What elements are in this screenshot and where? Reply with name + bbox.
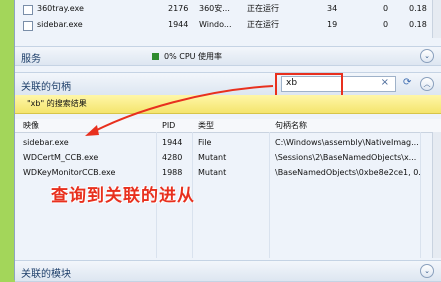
search-results-text: "xb" 的搜索结果 — [27, 99, 87, 108]
process-value-b: 0.18 — [409, 20, 427, 29]
process-status: 正在运行 — [247, 20, 279, 29]
cpu-usage-text: 0% CPU 使用率 — [164, 52, 223, 61]
row-checkbox[interactable] — [23, 21, 33, 31]
column-pid[interactable]: PID — [162, 119, 175, 132]
column-image[interactable]: 映像 — [23, 119, 39, 132]
expand-chevron-icon[interactable]: ⌄ — [420, 49, 434, 63]
handle-pid: 1988 — [162, 168, 183, 177]
column-type[interactable]: 类型 — [198, 119, 214, 132]
modules-title: 关联的模块 — [21, 269, 71, 280]
annotation-text: 查询到关联的进从 — [51, 186, 195, 206]
process-threads: 19 — [327, 20, 338, 29]
handle-name: C:\Windows\assembly\NativeImag... — [275, 138, 419, 147]
process-description: Windo... — [199, 20, 232, 29]
services-section-header[interactable]: 服务 0% CPU 使用率 ⌄ — [15, 46, 441, 66]
handle-pid: 4280 — [162, 153, 183, 162]
scrollbar[interactable] — [432, 132, 441, 258]
process-name: sidebar.exe — [37, 20, 83, 29]
table-row[interactable]: WDCertM_CCB.exe 4280 Mutant \Sessions\2\… — [15, 151, 441, 165]
collapse-chevron-icon[interactable]: ︿ — [420, 77, 434, 91]
refresh-icon[interactable]: ⟳ — [403, 77, 411, 88]
handles-section-header[interactable]: 关联的句柄 xb × ⟳ ︿ — [15, 72, 441, 97]
row-checkbox[interactable] — [23, 5, 33, 15]
resource-monitor-window: 360tray.exe 2176 360安... 正在运行 34 0 0.18 … — [14, 0, 441, 282]
table-row[interactable]: sidebar.exe 1944 File C:\Windows\assembl… — [15, 136, 441, 150]
handle-image: sidebar.exe — [23, 138, 69, 147]
handle-pid: 1944 — [162, 138, 183, 147]
table-row[interactable]: 360tray.exe 2176 360安... 正在运行 34 0 0.18 — [15, 2, 441, 16]
scrollbar[interactable] — [432, 0, 441, 38]
handles-column-header: 映像 PID 类型 句柄名称 — [15, 119, 441, 133]
handles-title: 关联的句柄 — [21, 82, 71, 93]
search-highlight-box — [275, 73, 343, 97]
process-value-a: 0 — [383, 20, 389, 29]
process-threads: 34 — [327, 4, 338, 13]
modules-section-header[interactable]: 关联的模块 ⌄ — [15, 260, 441, 282]
table-row[interactable]: WDKeyMonitorCCB.exe 1988 Mutant \BaseNam… — [15, 166, 441, 180]
handle-name: \Sessions\2\BaseNamedObjects\x... — [275, 153, 417, 162]
process-pid: 2176 — [168, 4, 189, 13]
handle-name: \BaseNamedObjects\0xbe8e2ce1, 0... — [275, 168, 420, 177]
process-name: 360tray.exe — [37, 4, 84, 13]
process-value-b: 0.18 — [409, 4, 427, 13]
expand-chevron-icon[interactable]: ⌄ — [420, 264, 434, 278]
process-description: 360安... — [199, 4, 230, 13]
handle-type: File — [198, 138, 212, 147]
clear-search-icon[interactable]: × — [381, 77, 389, 88]
handle-image: WDCertM_CCB.exe — [23, 153, 99, 162]
handle-type: Mutant — [198, 168, 227, 177]
search-results-banner: "xb" 的搜索结果 — [15, 95, 441, 114]
cpu-indicator-icon — [152, 53, 159, 60]
handle-type: Mutant — [198, 153, 227, 162]
column-handle-name[interactable]: 句柄名称 — [275, 119, 307, 132]
services-title: 服务 — [21, 54, 41, 65]
process-value-a: 0 — [383, 4, 389, 13]
process-pid: 1944 — [168, 20, 189, 29]
handle-image: WDKeyMonitorCCB.exe — [23, 168, 116, 177]
table-row[interactable]: sidebar.exe 1944 Windo... 正在运行 19 0 0.18 — [15, 18, 441, 32]
process-status: 正在运行 — [247, 4, 279, 13]
